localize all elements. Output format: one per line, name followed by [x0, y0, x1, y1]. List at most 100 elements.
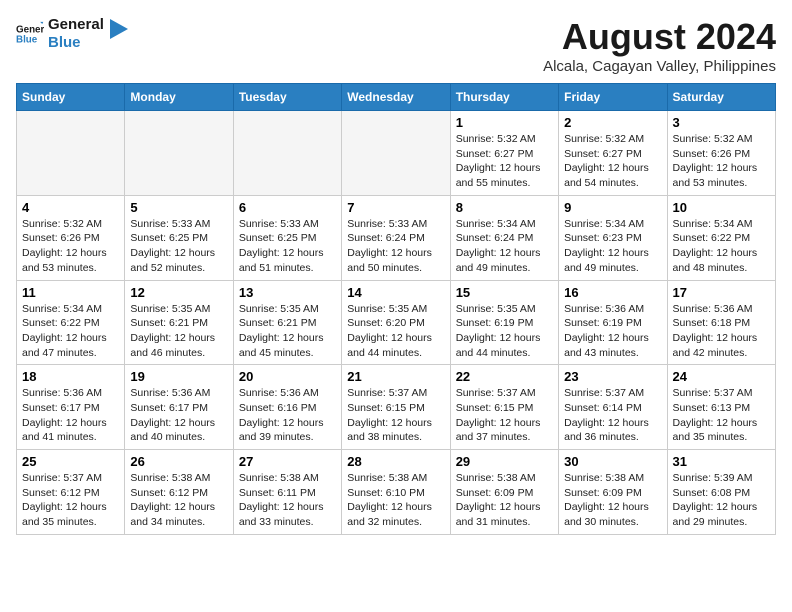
day-info: Sunrise: 5:32 AM Sunset: 6:26 PM Dayligh…	[22, 217, 119, 276]
logo-blue: Blue	[48, 34, 104, 52]
day-info: Sunrise: 5:36 AM Sunset: 6:17 PM Dayligh…	[22, 386, 119, 445]
calendar-cell: 31 Sunrise: 5:39 AM Sunset: 6:08 PM Dayli…	[667, 450, 775, 535]
day-info: Sunrise: 5:32 AM Sunset: 6:27 PM Dayligh…	[564, 132, 661, 191]
day-number: 12	[130, 285, 227, 300]
calendar-cell: 8Sunrise: 5:34 AM Sunset: 6:24 PM Daylig…	[450, 195, 558, 280]
logo-general: General	[48, 16, 104, 34]
calendar-cell: 3 Sunrise: 5:32 AM Sunset: 6:26 PM Daylig…	[667, 111, 775, 196]
weekday-header-wednesday: Wednesday	[342, 84, 450, 111]
day-number: 9	[564, 200, 661, 215]
calendar-cell: 29 Sunrise: 5:38 AM Sunset: 6:09 PM Dayli…	[450, 450, 558, 535]
day-number: 8	[456, 200, 553, 215]
logo-icon: General Blue	[16, 20, 44, 48]
day-number: 16	[564, 285, 661, 300]
day-number: 29	[456, 454, 553, 469]
day-number: 25	[22, 454, 119, 469]
calendar-cell: 24 Sunrise: 5:37 AM Sunset: 6:13 PM Dayli…	[667, 365, 775, 450]
calendar-cell: 7Sunrise: 5:33 AM Sunset: 6:24 PM Daylig…	[342, 195, 450, 280]
day-number: 6	[239, 200, 336, 215]
day-number: 23	[564, 369, 661, 384]
calendar-cell	[342, 111, 450, 196]
calendar-cell: 26 Sunrise: 5:38 AM Sunset: 6:12 PM Dayli…	[125, 450, 233, 535]
day-number: 28	[347, 454, 444, 469]
calendar-cell: 11Sunrise: 5:34 AM Sunset: 6:22 PM Dayli…	[17, 280, 125, 365]
calendar-subtitle: Alcala, Cagayan Valley, Philippines	[543, 58, 776, 75]
calendar-cell: 6Sunrise: 5:33 AM Sunset: 6:25 PM Daylig…	[233, 195, 341, 280]
calendar-cell: 30 Sunrise: 5:38 AM Sunset: 6:09 PM Dayli…	[559, 450, 667, 535]
calendar-cell: 20 Sunrise: 5:36 AM Sunset: 6:16 PM Dayli…	[233, 365, 341, 450]
day-number: 14	[347, 285, 444, 300]
day-info: Sunrise: 5:36 AM Sunset: 6:16 PM Dayligh…	[239, 386, 336, 445]
weekday-header-friday: Friday	[559, 84, 667, 111]
calendar-cell: 15 Sunrise: 5:35 AM Sunset: 6:19 PM Dayli…	[450, 280, 558, 365]
calendar-week-2: 4 Sunrise: 5:32 AM Sunset: 6:26 PM Daylig…	[17, 195, 776, 280]
day-info: Sunrise: 5:39 AM Sunset: 6:08 PM Dayligh…	[673, 471, 770, 530]
calendar-cell: 17Sunrise: 5:36 AM Sunset: 6:18 PM Dayli…	[667, 280, 775, 365]
day-info: Sunrise: 5:33 AM Sunset: 6:24 PM Dayligh…	[347, 217, 444, 276]
day-info: Sunrise: 5:35 AM Sunset: 6:19 PM Dayligh…	[456, 302, 553, 361]
day-info: Sunrise: 5:36 AM Sunset: 6:19 PM Dayligh…	[564, 302, 661, 361]
calendar-cell: 22 Sunrise: 5:37 AM Sunset: 6:15 PM Dayli…	[450, 365, 558, 450]
day-number: 19	[130, 369, 227, 384]
day-number: 26	[130, 454, 227, 469]
calendar-cell	[125, 111, 233, 196]
day-number: 17	[673, 285, 770, 300]
calendar-cell: 21Sunrise: 5:37 AM Sunset: 6:15 PM Dayli…	[342, 365, 450, 450]
calendar-week-1: 1 Sunrise: 5:32 AM Sunset: 6:27 PM Daylig…	[17, 111, 776, 196]
weekday-header-monday: Monday	[125, 84, 233, 111]
calendar-cell: 10 Sunrise: 5:34 AM Sunset: 6:22 PM Dayli…	[667, 195, 775, 280]
day-info: Sunrise: 5:36 AM Sunset: 6:17 PM Dayligh…	[130, 386, 227, 445]
day-number: 15	[456, 285, 553, 300]
day-info: Sunrise: 5:38 AM Sunset: 6:12 PM Dayligh…	[130, 471, 227, 530]
day-number: 30	[564, 454, 661, 469]
calendar-cell: 14Sunrise: 5:35 AM Sunset: 6:20 PM Dayli…	[342, 280, 450, 365]
day-number: 2	[564, 115, 661, 130]
calendar-cell: 13Sunrise: 5:35 AM Sunset: 6:21 PM Dayli…	[233, 280, 341, 365]
calendar-week-5: 25 Sunrise: 5:37 AM Sunset: 6:12 PM Dayli…	[17, 450, 776, 535]
day-number: 24	[673, 369, 770, 384]
day-info: Sunrise: 5:34 AM Sunset: 6:23 PM Dayligh…	[564, 217, 661, 276]
day-info: Sunrise: 5:34 AM Sunset: 6:22 PM Dayligh…	[673, 217, 770, 276]
calendar-header: General Blue General Blue August 2024 Al…	[16, 16, 776, 75]
day-number: 4	[22, 200, 119, 215]
day-number: 11	[22, 285, 119, 300]
weekday-header-sunday: Sunday	[17, 84, 125, 111]
weekday-header-tuesday: Tuesday	[233, 84, 341, 111]
day-number: 31	[673, 454, 770, 469]
calendar-cell: 19 Sunrise: 5:36 AM Sunset: 6:17 PM Dayli…	[125, 365, 233, 450]
day-number: 21	[347, 369, 444, 384]
calendar-week-4: 18 Sunrise: 5:36 AM Sunset: 6:17 PM Dayli…	[17, 365, 776, 450]
day-number: 1	[456, 115, 553, 130]
calendar-cell: 28Sunrise: 5:38 AM Sunset: 6:10 PM Dayli…	[342, 450, 450, 535]
calendar-cell: 4 Sunrise: 5:32 AM Sunset: 6:26 PM Daylig…	[17, 195, 125, 280]
day-info: Sunrise: 5:37 AM Sunset: 6:13 PM Dayligh…	[673, 386, 770, 445]
day-number: 20	[239, 369, 336, 384]
calendar-cell: 9 Sunrise: 5:34 AM Sunset: 6:23 PM Daylig…	[559, 195, 667, 280]
day-info: Sunrise: 5:37 AM Sunset: 6:15 PM Dayligh…	[456, 386, 553, 445]
logo: General Blue General Blue	[16, 16, 128, 52]
day-info: Sunrise: 5:32 AM Sunset: 6:27 PM Dayligh…	[456, 132, 553, 191]
calendar-header-row: SundayMondayTuesdayWednesdayThursdayFrid…	[17, 84, 776, 111]
day-info: Sunrise: 5:38 AM Sunset: 6:09 PM Dayligh…	[564, 471, 661, 530]
day-number: 3	[673, 115, 770, 130]
calendar-cell: 23Sunrise: 5:37 AM Sunset: 6:14 PM Dayli…	[559, 365, 667, 450]
day-number: 22	[456, 369, 553, 384]
logo-arrow-icon	[110, 19, 128, 41]
day-number: 10	[673, 200, 770, 215]
day-info: Sunrise: 5:32 AM Sunset: 6:26 PM Dayligh…	[673, 132, 770, 191]
day-info: Sunrise: 5:35 AM Sunset: 6:21 PM Dayligh…	[130, 302, 227, 361]
calendar-cell	[233, 111, 341, 196]
calendar-week-3: 11Sunrise: 5:34 AM Sunset: 6:22 PM Dayli…	[17, 280, 776, 365]
day-number: 5	[130, 200, 227, 215]
calendar-cell: 27Sunrise: 5:38 AM Sunset: 6:11 PM Dayli…	[233, 450, 341, 535]
day-number: 18	[22, 369, 119, 384]
title-section: August 2024 Alcala, Cagayan Valley, Phil…	[543, 16, 776, 75]
weekday-header-saturday: Saturday	[667, 84, 775, 111]
calendar-cell: 12 Sunrise: 5:35 AM Sunset: 6:21 PM Dayli…	[125, 280, 233, 365]
calendar-cell: 16 Sunrise: 5:36 AM Sunset: 6:19 PM Dayli…	[559, 280, 667, 365]
day-info: Sunrise: 5:37 AM Sunset: 6:12 PM Dayligh…	[22, 471, 119, 530]
calendar-table: SundayMondayTuesdayWednesdayThursdayFrid…	[16, 83, 776, 535]
calendar-cell: 18 Sunrise: 5:36 AM Sunset: 6:17 PM Dayli…	[17, 365, 125, 450]
day-number: 13	[239, 285, 336, 300]
day-info: Sunrise: 5:38 AM Sunset: 6:09 PM Dayligh…	[456, 471, 553, 530]
